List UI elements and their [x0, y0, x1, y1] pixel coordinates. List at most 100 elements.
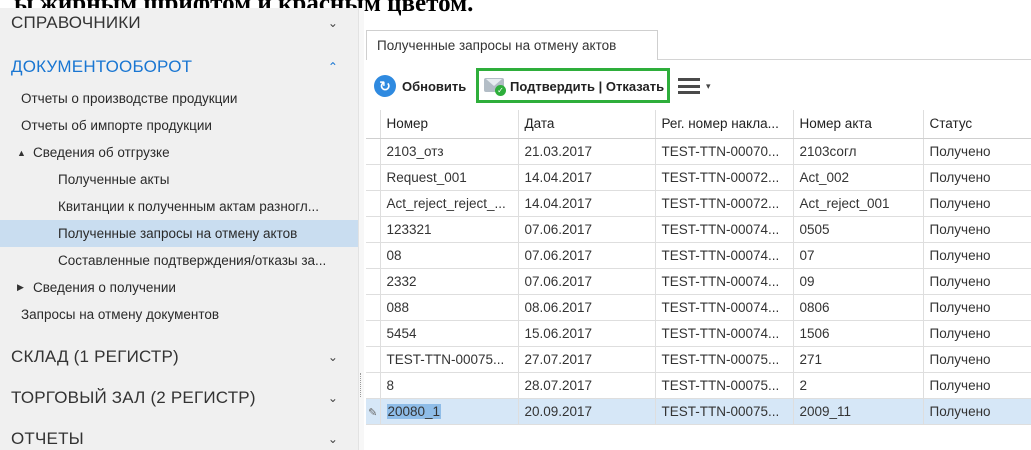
tab-cancel-requests[interactable]: Полученные запросы на отмену актов	[366, 30, 658, 60]
table-row[interactable]: 8 28.07.2017 TEST-TTN-00075... 2 Получено	[366, 372, 1031, 399]
cell-date[interactable]: 07.06.2017	[518, 242, 656, 269]
section-spravochniki[interactable]: СПРАВОЧНИКИ ⌄	[0, 8, 358, 38]
cell-date[interactable]: 07.06.2017	[518, 216, 656, 243]
cell-act-number[interactable]: 07	[793, 242, 924, 269]
cell-text: 14.04.2017	[524, 169, 593, 185]
cell-reg-number[interactable]: TEST-TTN-00074...	[655, 294, 794, 321]
table-row[interactable]: 2103_отз 21.03.2017 TEST-TTN-00070... 2103с…	[366, 138, 1031, 165]
sidebar-item-receipt-info[interactable]: ▶ Сведения о получении	[0, 274, 358, 301]
confirm-reject-button[interactable]: ✓ Подтвердить | Отказать	[484, 74, 664, 98]
expand-triangle-icon[interactable]: ▶	[17, 282, 31, 293]
cell-act-number[interactable]: 0806	[793, 294, 924, 321]
refresh-button[interactable]: ↻ Обновить	[374, 73, 466, 99]
more-menu-button[interactable]: ▾	[678, 78, 711, 94]
sidebar-item-received-acts[interactable]: Полученные акты	[0, 166, 358, 193]
cell-number[interactable]: 8	[380, 372, 519, 399]
cell-status[interactable]: Получено	[923, 268, 1031, 295]
cell-act-number[interactable]: Act_002	[793, 164, 924, 191]
cell-date[interactable]: 08.06.2017	[518, 294, 656, 321]
sidebar-item-import-reports[interactable]: Отчеты об импорте продукции	[0, 112, 358, 139]
table-row[interactable]: 088 08.06.2017 TEST-TTN-00074... 0806 Получе…	[366, 294, 1031, 321]
tab-divider	[658, 59, 1031, 60]
cell-status[interactable]: Получено	[923, 346, 1031, 373]
caret-down-icon: ▾	[706, 80, 711, 91]
column-header-status[interactable]: Статус	[923, 110, 1031, 139]
expand-triangle-icon[interactable]: ▲	[17, 148, 31, 158]
column-header-date[interactable]: Дата	[518, 110, 656, 139]
cell-date[interactable]: 15.06.2017	[518, 320, 656, 347]
cell-act-number[interactable]: 271	[793, 346, 924, 373]
cell-act-number[interactable]: 09	[793, 268, 924, 295]
cell-status[interactable]: Получено	[923, 242, 1031, 269]
table-row[interactable]: Request_001 14.04.2017 TEST-TTN-00072... Ac…	[366, 164, 1031, 191]
cell-number[interactable]: 2332	[380, 268, 519, 295]
table-row[interactable]: 2332 07.06.2017 TEST-TTN-00074... 09 Получен…	[366, 268, 1031, 295]
table-row[interactable]: ✎ 20080_1 20.09.2017 TEST-TTN-00075... 2009_…	[366, 398, 1031, 425]
cell-reg-number[interactable]: TEST-TTN-00074...	[655, 242, 794, 269]
cell-date[interactable]: 28.07.2017	[518, 372, 656, 399]
sidebar-item-label: Сведения об отгрузке	[33, 145, 170, 160]
sidebar-item-shipment-info[interactable]: ▲ Сведения об отгрузке	[0, 139, 358, 166]
cell-act-number[interactable]: 2103согл	[793, 138, 924, 165]
table-row[interactable]: 5454 15.06.2017 TEST-TTN-00074... 1506 Получ…	[366, 320, 1031, 347]
column-header-number[interactable]: Номер	[380, 110, 519, 139]
table-row[interactable]: TEST-TTN-00075... 27.07.2017 TEST-TTN-0007…	[366, 346, 1031, 373]
cell-date[interactable]: 14.04.2017	[518, 164, 656, 191]
cell-status[interactable]: Получено	[923, 216, 1031, 243]
cell-number[interactable]: 2103_отз	[380, 138, 519, 165]
section-label: ОТЧЕТЫ	[11, 429, 84, 448]
cell-act-number[interactable]: 1506	[793, 320, 924, 347]
column-header-act-number[interactable]: Номер акта	[793, 110, 924, 139]
cell-reg-number[interactable]: TEST-TTN-00070...	[655, 138, 794, 165]
cell-act-number[interactable]: Act_reject_001	[793, 190, 924, 217]
cell-number[interactable]: 123321	[380, 216, 519, 243]
cell-reg-number[interactable]: TEST-TTN-00075...	[655, 398, 794, 425]
table-row[interactable]: 123321 07.06.2017 TEST-TTN-00074... 0505 Пол…	[366, 216, 1031, 243]
cell-number[interactable]: TEST-TTN-00075...	[380, 346, 519, 373]
sidebar-item-doc-cancel-requests[interactable]: Запросы на отмену документов	[0, 301, 358, 328]
cell-reg-number[interactable]: TEST-TTN-00074...	[655, 320, 794, 347]
cell-status[interactable]: Получено	[923, 398, 1031, 425]
cell-number[interactable]: 088	[380, 294, 519, 321]
cell-status[interactable]: Получено	[923, 320, 1031, 347]
section-reports[interactable]: ОТЧЕТЫ ⌄	[0, 424, 358, 450]
section-documentooborot[interactable]: ДОКУМЕНТООБОРОТ ⌃	[0, 52, 358, 82]
section-trade-hall[interactable]: ТОРГОВЫЙ ЗАЛ (2 РЕГИСТР) ⌄	[0, 383, 358, 413]
cell-reg-number[interactable]: TEST-TTN-00074...	[655, 216, 794, 243]
sidebar-item-receipts[interactable]: Квитанции к полученным актам разногл...	[0, 193, 358, 220]
cell-reg-number[interactable]: TEST-TTN-00074...	[655, 268, 794, 295]
cell-act-number[interactable]: 2	[793, 372, 924, 399]
cell-status[interactable]: Получено	[923, 138, 1031, 165]
cell-number[interactable]: 08	[380, 242, 519, 269]
cell-date[interactable]: 27.07.2017	[518, 346, 656, 373]
column-header-reg-number[interactable]: Рег. номер накла...	[655, 110, 794, 139]
cell-status[interactable]: Получено	[923, 372, 1031, 399]
cell-number[interactable]: 5454	[380, 320, 519, 347]
table-row[interactable]: 08 07.06.2017 TEST-TTN-00074... 07 Получено	[366, 242, 1031, 269]
cell-date[interactable]: 21.03.2017	[518, 138, 656, 165]
sidebar-item-confirmations[interactable]: Составленные подтверждения/отказы за...	[0, 247, 358, 274]
cell-reg-number[interactable]: TEST-TTN-00072...	[655, 164, 794, 191]
cell-status[interactable]: Получено	[923, 294, 1031, 321]
sidebar-item-cancel-requests[interactable]: Полученные запросы на отмену актов	[0, 220, 358, 247]
toolbar: ↻ Обновить ✓ Подтвердить | Отказать ▾	[366, 64, 1031, 108]
cell-reg-number[interactable]: TEST-TTN-00075...	[655, 346, 794, 373]
table-row[interactable]: Act_reject_reject_... 14.04.2017 TEST-TTN-…	[366, 190, 1031, 217]
cell-reg-number[interactable]: TEST-TTN-00072...	[655, 190, 794, 217]
splitter-grip[interactable]	[360, 373, 362, 397]
cell-date[interactable]: 20.09.2017	[518, 398, 656, 425]
cell-number[interactable]: 20080_1	[380, 398, 519, 425]
cell-text: 1506	[799, 325, 830, 341]
cell-date[interactable]: 07.06.2017	[518, 268, 656, 295]
cell-date[interactable]: 14.04.2017	[518, 190, 656, 217]
cell-act-number[interactable]: 0505	[793, 216, 924, 243]
section-sklad[interactable]: СКЛАД (1 РЕГИСТР) ⌄	[0, 342, 358, 372]
cell-status[interactable]: Получено	[923, 190, 1031, 217]
cell-status[interactable]: Получено	[923, 164, 1031, 191]
cell-act-number[interactable]: 2009_11	[793, 398, 924, 425]
sidebar-item-production-reports[interactable]: Отчеты о производстве продукции	[0, 85, 358, 112]
cell-number[interactable]: Request_001	[380, 164, 519, 191]
cell-number[interactable]: Act_reject_reject_...	[380, 190, 519, 217]
cell-reg-number[interactable]: TEST-TTN-00075...	[655, 372, 794, 399]
cell-text: Request_001	[386, 169, 467, 185]
